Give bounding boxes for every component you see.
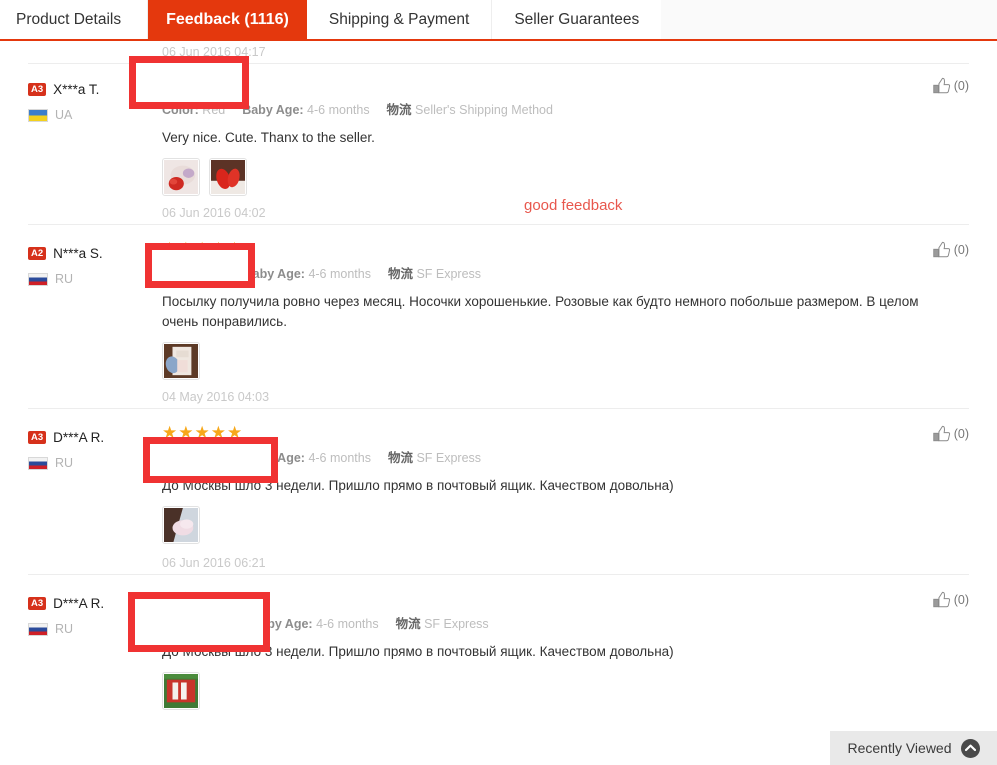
reviewer-country: UA — [55, 108, 73, 122]
feedback-review-list: 06 Jun 2016 04:17 A3 X***a T. UA ★★★★★ C — [0, 41, 997, 710]
review-attributes: Color: Pink Baby Age: 4-6 months 物流 SF E… — [162, 449, 969, 467]
review-item: 06 Jun 2016 04:02 A2 N***a S. RU ★★★★★ C — [0, 202, 997, 380]
reviewer-level-badge: A3 — [28, 82, 47, 96]
shipping-method: SF Express — [424, 617, 489, 631]
color-label: Color: — [162, 451, 199, 465]
review-date: 06 Jun 2016 04:02 — [162, 206, 266, 220]
logistics-icon-label: 物流 — [386, 102, 412, 117]
color-label: Color: — [162, 617, 199, 631]
rating-stars: ★★★★★ — [162, 239, 244, 258]
reviewer-country: RU — [55, 456, 74, 470]
baby-age-label: Baby Age: — [243, 267, 305, 281]
tab-shipping-payment[interactable]: Shipping & Payment — [306, 0, 493, 39]
review-photo-thumbnail[interactable] — [162, 342, 200, 380]
logistics-icon-label: 物流 — [387, 450, 413, 465]
review-attributes: Color: Red Baby Age: 4-6 months 物流 Selle… — [162, 101, 969, 119]
review-text: До Москвы шло 3 недели. Пришло прямо в п… — [162, 478, 674, 493]
rating-stars: ★★★★★ — [162, 589, 244, 608]
review-text: До Москвы шло 3 недели. Пришло прямо в п… — [162, 644, 674, 659]
reviewer-level-badge: A3 — [28, 430, 47, 444]
review-photos — [162, 158, 969, 196]
reviewer-country: RU — [55, 622, 74, 636]
baby-age-label: Baby Age: — [243, 451, 305, 465]
thumbs-up-icon[interactable] — [932, 241, 952, 259]
baby-age-value: 4-6 months — [316, 617, 379, 631]
thumbs-up-icon[interactable] — [932, 425, 952, 443]
reviewer-info: A3 D***A R. RU — [28, 589, 162, 710]
reviewer-info: A3 D***A R. RU — [28, 423, 162, 544]
review-photo-thumbnail[interactable] — [162, 506, 200, 544]
review-photo-thumbnail[interactable] — [209, 158, 247, 196]
product-tab-bar: Product Details Feedback (1116) Shipping… — [0, 0, 997, 41]
review-date: 06 Jun 2016 06:21 — [162, 556, 266, 570]
helpful-button[interactable]: (0) — [932, 591, 969, 609]
rating-stars: ★★★★★ — [162, 75, 244, 94]
baby-age-label: Baby Age: — [242, 103, 304, 117]
color-value: Red — [202, 103, 226, 117]
reviewer-name[interactable]: D***A R. — [53, 596, 104, 611]
baby-age-value: 4-6 months — [308, 267, 371, 281]
reviewer-name[interactable]: N***a S. — [53, 246, 103, 261]
helpful-count: (0) — [953, 427, 969, 441]
helpful-count: (0) — [953, 79, 969, 93]
ru-flag-icon — [28, 456, 48, 470]
reviewer-info: A2 N***a S. RU — [28, 239, 162, 380]
ru-flag-icon — [28, 272, 48, 286]
helpful-count: (0) — [953, 593, 969, 607]
chevron-up-circle-icon[interactable] — [960, 738, 980, 758]
review-photo-thumbnail[interactable] — [162, 672, 200, 710]
review-item: 04 May 2016 04:03 A3 D***A R. RU ★★★★★ C — [0, 386, 997, 544]
shipping-method: SF Express — [416, 451, 482, 465]
annotation-good-feedback-label: good feedback — [524, 197, 623, 214]
reviewer-level-badge: A2 — [28, 246, 47, 260]
review-photo-thumbnail[interactable] — [162, 158, 200, 196]
reviewer-level-badge: A3 — [28, 596, 47, 610]
recently-viewed-label: Recently Viewed — [847, 740, 952, 756]
color-value: Pink — [202, 451, 227, 465]
review-date: 04 May 2016 04:03 — [162, 390, 270, 404]
tab-feedback[interactable]: Feedback (1116) — [148, 0, 307, 39]
shipping-method: Seller's Shipping Method — [415, 103, 553, 117]
review-text: Посылку получила ровно через месяц. Носо… — [162, 294, 919, 329]
review-date: 06 Jun 2016 04:17 — [162, 45, 266, 59]
review-photos — [162, 506, 969, 544]
baby-age-value: 4-6 months — [307, 103, 370, 117]
baby-age-value: 4-6 months — [308, 451, 371, 465]
tab-seller-guarantees[interactable]: Seller Guarantees — [492, 0, 662, 39]
review-photos — [162, 342, 969, 380]
review-attributes: Color: White Baby Age: 4-6 months 物流 SF … — [162, 615, 969, 633]
review-text: Very nice. Cute. Thanx to the seller. — [162, 130, 375, 145]
color-value: White — [202, 617, 235, 631]
recently-viewed-widget[interactable]: Recently Viewed — [830, 731, 997, 765]
logistics-icon-label: 物流 — [395, 616, 421, 631]
shipping-method: SF Express — [416, 267, 482, 281]
helpful-button[interactable]: (0) — [932, 241, 969, 259]
reviewer-info: A3 X***a T. UA — [28, 75, 162, 196]
review-item: 06 Jun 2016 06:21 A3 D***A R. RU ★★★★★ C — [0, 552, 997, 710]
helpful-count: (0) — [953, 243, 969, 257]
review-item: 06 Jun 2016 04:17 A3 X***a T. UA ★★★★★ C — [0, 41, 997, 196]
feedback-page: Product Details Feedback (1116) Shipping… — [0, 0, 997, 765]
helpful-button[interactable]: (0) — [932, 77, 969, 95]
color-label: Color: — [162, 103, 199, 117]
color-value: Pink — [202, 267, 227, 281]
logistics-icon-label: 物流 — [387, 266, 413, 281]
baby-age-label: Baby Age: — [251, 617, 313, 631]
reviewer-country: RU — [55, 272, 74, 286]
rating-stars: ★★★★★ — [162, 423, 244, 442]
helpful-button[interactable]: (0) — [932, 425, 969, 443]
reviewer-name[interactable]: X***a T. — [53, 82, 99, 97]
thumbs-up-icon[interactable] — [932, 591, 952, 609]
tab-product-details[interactable]: Product Details — [0, 0, 149, 39]
thumbs-up-icon[interactable] — [932, 77, 952, 95]
review-photos — [162, 672, 969, 710]
reviewer-name[interactable]: D***A R. — [53, 430, 104, 445]
ru-flag-icon — [28, 622, 48, 636]
color-label: Color: — [162, 267, 199, 281]
review-attributes: Color: Pink Baby Age: 4-6 months 物流 SF E… — [162, 265, 969, 283]
ua-flag-icon — [28, 108, 48, 122]
